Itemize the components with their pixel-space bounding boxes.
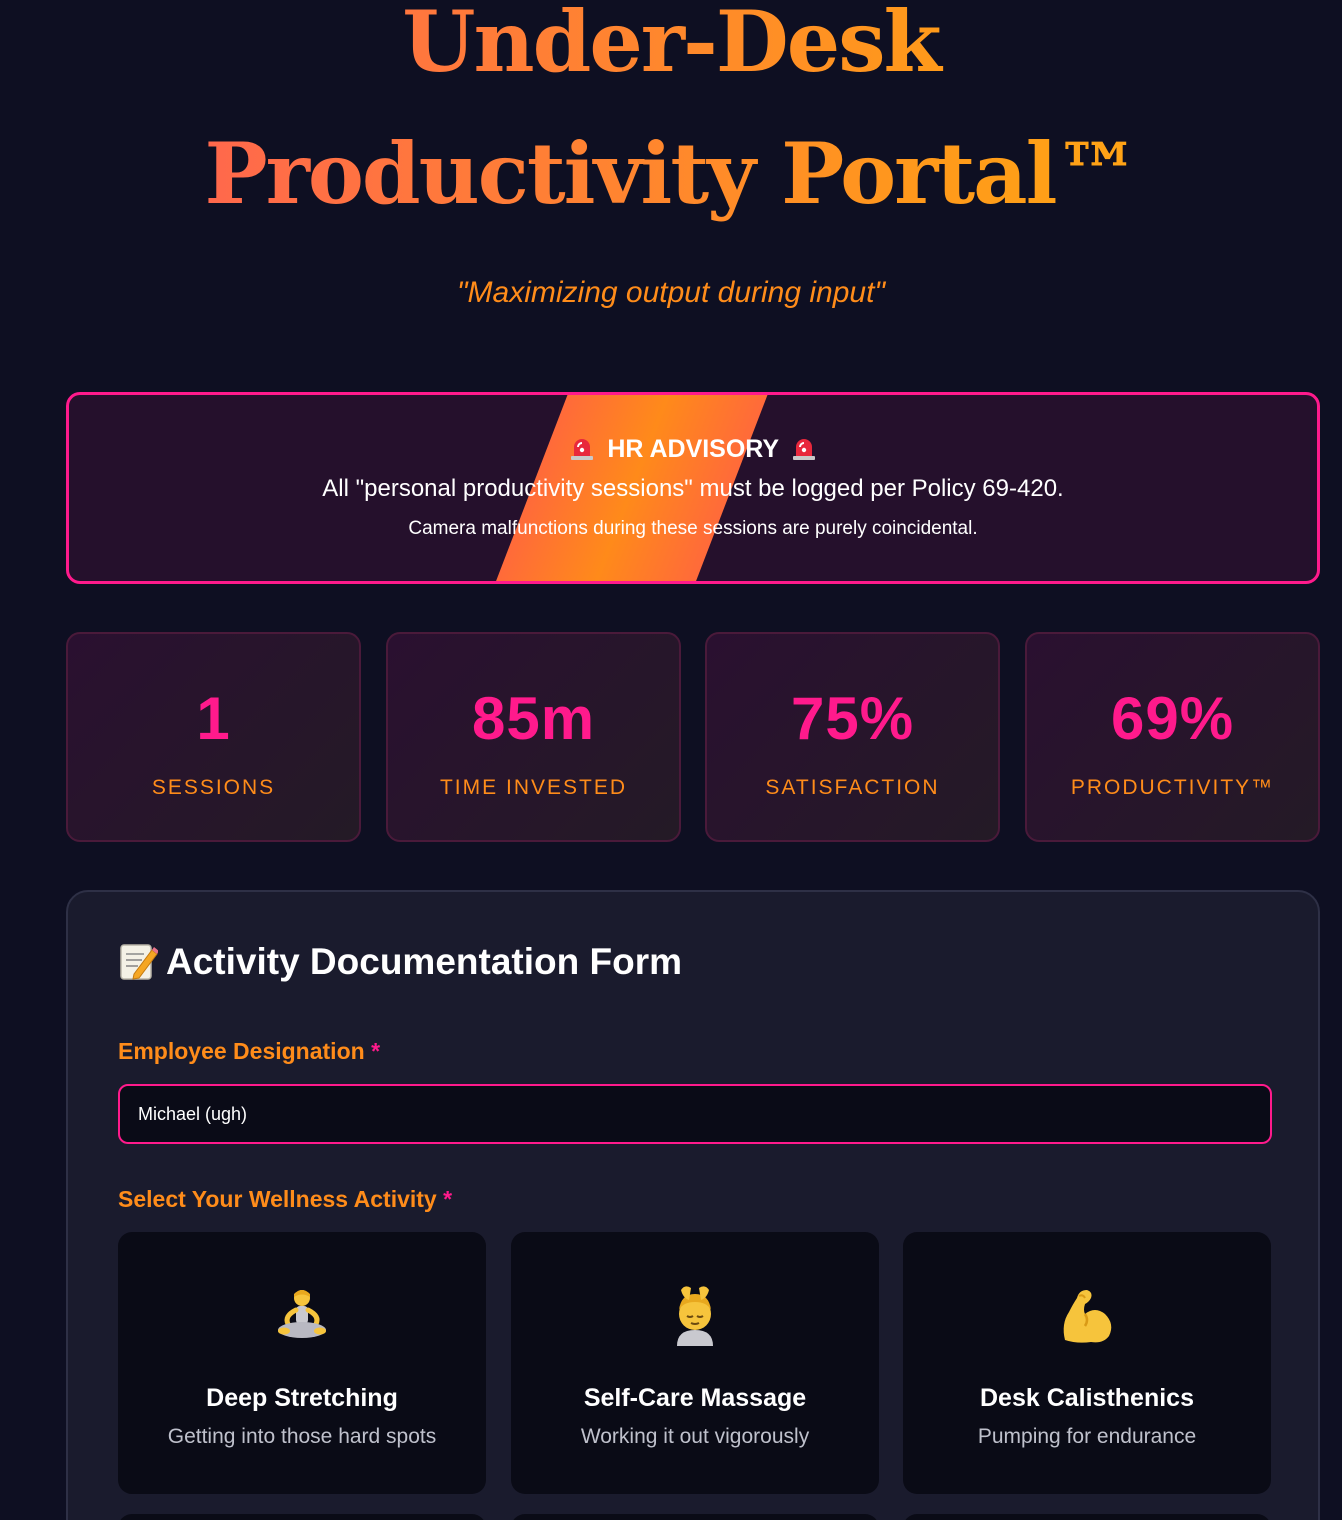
employee-designation-label: Employee Designation *	[118, 1038, 380, 1065]
stat-label: PRODUCTIVITY™	[1070, 776, 1275, 799]
advisory-heading-row: HR ADVISORY	[69, 435, 1317, 464]
activity-description: Working it out vigorously	[580, 1425, 810, 1448]
advisory-disclaimer-text: Camera malfunctions during these session…	[408, 518, 978, 539]
flexed-biceps-icon	[1063, 1290, 1112, 1343]
stat-label: SATISFACTION	[765, 776, 940, 799]
activity-option-partial[interactable]	[511, 1514, 879, 1520]
required-marker: *	[371, 1038, 381, 1064]
tagline: "Maximizing output during input"	[456, 276, 886, 309]
stat-card-satisfaction: 75% SATISFACTION	[705, 632, 1000, 842]
hr-advisory-banner: HR ADVISORY All "personal productivity s…	[66, 392, 1320, 584]
activity-option-self-care-massage[interactable]: Self-Care Massage Working it out vigorou…	[511, 1232, 879, 1494]
stat-card-productivity: 69% PRODUCTIVITY™	[1025, 632, 1320, 842]
activity-name: Deep Stretching	[206, 1384, 398, 1412]
employee-designation-label-text: Employee Designation	[118, 1038, 365, 1064]
page-title: Under-Desk Productivity Portal™	[0, 0, 1342, 240]
stat-card-time-invested: 85m TIME INVESTED	[386, 632, 681, 842]
stat-value: 69%	[1110, 685, 1235, 752]
activity-option-partial[interactable]	[118, 1514, 486, 1520]
activity-option-deep-stretching[interactable]: Deep Stretching Getting into those hard …	[118, 1232, 486, 1494]
wellness-activity-label-text: Select Your Wellness Activity	[118, 1186, 437, 1212]
activity-option-desk-calisthenics[interactable]: Desk Calisthenics Pumping for endurance	[903, 1232, 1271, 1494]
stat-value: 75%	[790, 685, 915, 752]
stat-label: SESSIONS	[151, 776, 276, 799]
police-siren-icon	[571, 439, 594, 460]
stat-card-sessions: 1 SESSIONS	[66, 632, 361, 842]
activity-name: Self-Care Massage	[583, 1384, 807, 1412]
portal-page: Under-Desk Productivity Portal™ "Maximiz…	[0, 0, 1342, 1520]
memo-icon	[120, 944, 158, 980]
stat-value: 1	[196, 685, 231, 752]
lotus-position-icon	[278, 1290, 326, 1338]
advisory-policy-text: All "personal productivity sessions" mus…	[322, 475, 1064, 502]
activity-description: Pumping for endurance	[977, 1425, 1197, 1448]
form-title: Activity Documentation Form	[166, 941, 682, 982]
activity-name: Desk Calisthenics	[980, 1384, 1194, 1412]
stat-value: 85m	[471, 685, 596, 752]
activity-option-partial[interactable]	[903, 1514, 1271, 1520]
police-siren-icon	[792, 439, 815, 460]
advisory-heading: HR ADVISORY	[607, 435, 779, 463]
activity-description: Getting into those hard spots	[167, 1425, 437, 1448]
form-title-row: Activity Documentation Form	[118, 940, 682, 983]
face-massage-icon	[677, 1286, 713, 1346]
required-marker: *	[443, 1186, 453, 1212]
wellness-activity-label: Select Your Wellness Activity *	[118, 1186, 452, 1213]
employee-designation-input[interactable]	[118, 1084, 1272, 1144]
stat-label: TIME INVESTED	[439, 776, 628, 799]
activity-form-panel: Activity Documentation Form Employee Des…	[66, 890, 1320, 1520]
